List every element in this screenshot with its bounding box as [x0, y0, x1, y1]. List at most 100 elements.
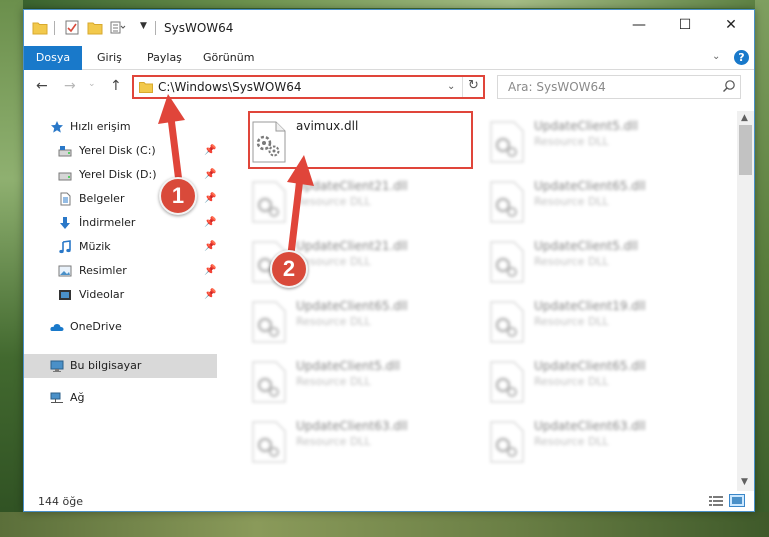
file-name: UpdateClient21.dll	[296, 179, 408, 193]
window-title: SysWOW64	[164, 21, 234, 35]
pin-icon[interactable]: 📌	[204, 145, 216, 156]
item-count: 144 öğe	[38, 495, 83, 508]
close-button[interactable]: ✕	[708, 10, 754, 40]
sidebar-item-music[interactable]: Müzik 📌	[24, 235, 217, 259]
desktop-background-right	[755, 0, 769, 537]
file-name: UpdateClient19.dll	[534, 299, 646, 313]
sidebar-item-pictures[interactable]: Resimler 📌	[24, 259, 217, 283]
documents-icon	[60, 192, 71, 206]
pin-icon[interactable]: 📌	[204, 265, 216, 276]
this-pc-icon	[50, 360, 64, 372]
sidebar-item-label: Müzik	[79, 240, 111, 253]
tab-share[interactable]: Paylaş	[135, 46, 194, 70]
scrollbar-thumb[interactable]	[739, 125, 752, 175]
scroll-down-icon[interactable]: ▼	[741, 477, 748, 487]
vertical-scrollbar[interactable]: ▲ ▼	[737, 111, 754, 491]
videos-icon	[59, 290, 71, 300]
sidebar-item-onedrive[interactable]: OneDrive	[24, 315, 217, 339]
file-name: UpdateClient63.dll	[296, 419, 408, 433]
pin-icon[interactable]: 📌	[204, 289, 216, 300]
desktop-background-left	[0, 0, 23, 537]
maximize-button[interactable]: ☐	[662, 10, 708, 40]
address-bar[interactable]: C:\Windows\SysWOW64 ⌄ ↻	[132, 75, 485, 99]
dll-file-icon	[490, 421, 524, 463]
sidebar-item-label: Yerel Disk (C:)	[79, 144, 156, 157]
quick-access-dropdown-icon[interactable]: ▼	[140, 21, 147, 31]
file-name: UpdateClient65.dll	[534, 179, 646, 193]
file-item[interactable]: UpdateClient65.dll Resource DLL	[246, 295, 476, 351]
pin-icon[interactable]: 📌	[204, 241, 216, 252]
customize-icon[interactable]	[110, 20, 126, 35]
file-item[interactable]: UpdateClient5.dll Resource DLL	[484, 235, 714, 291]
dll-file-icon	[490, 361, 524, 403]
large-icons-view-icon[interactable]	[729, 494, 745, 507]
onedrive-icon	[50, 324, 64, 331]
network-icon	[50, 392, 63, 403]
file-name: UpdateClient5.dll	[534, 119, 638, 133]
file-type: Resource DLL	[296, 435, 371, 448]
up-arrow-icon[interactable]: ↑	[110, 78, 122, 94]
sidebar-item-videos[interactable]: Videolar 📌	[24, 283, 217, 307]
recent-locations-chevron-icon[interactable]: ⌄	[88, 79, 96, 89]
address-dropdown-chevron-icon[interactable]: ⌄	[447, 81, 455, 92]
file-item[interactable]: UpdateClient65.dll Resource DLL	[484, 175, 714, 231]
back-arrow-icon[interactable]: ←	[36, 78, 48, 94]
tab-home[interactable]: Giriş	[85, 46, 134, 70]
desktop-background	[0, 0, 769, 8]
dll-file-icon	[252, 421, 286, 463]
file-item[interactable]: UpdateClient21.dll Resource DLL	[246, 175, 476, 231]
title-bar[interactable]: ▼ SysWOW64 — ☐ ✕	[24, 10, 754, 46]
file-type: Resource DLL	[534, 375, 609, 388]
new-folder-icon[interactable]	[87, 20, 103, 35]
dll-file-icon	[252, 301, 286, 343]
file-item[interactable]: UpdateClient5.dll Resource DLL	[484, 115, 714, 171]
file-item[interactable]: UpdateClient5.dll Resource DLL	[246, 355, 476, 411]
sidebar-item-label: Hızlı erişim	[70, 120, 131, 133]
status-bar: 144 öğe	[24, 491, 754, 511]
sidebar-item-label: Yerel Disk (D:)	[79, 168, 157, 181]
search-placeholder: Ara: SysWOW64	[508, 80, 606, 94]
file-item[interactable]: UpdateClient19.dll Resource DLL	[484, 295, 714, 351]
file-name: UpdateClient65.dll	[296, 299, 408, 313]
file-item[interactable]: UpdateClient65.dll Resource DLL	[484, 355, 714, 411]
sidebar-item-downloads[interactable]: İndirmeler 📌	[24, 211, 217, 235]
file-type: Resource DLL	[296, 375, 371, 388]
sidebar-item-quick-access[interactable]: Hızlı erişim	[24, 115, 217, 139]
pin-icon[interactable]: 📌	[204, 217, 216, 228]
navigation-bar: ← → ⌄ ↑ C:\Windows\SysWOW64 ⌄ ↻ Ara: Sys…	[24, 71, 754, 103]
tab-file[interactable]: Dosya	[24, 46, 82, 70]
file-name: UpdateClient63.dll	[534, 419, 646, 433]
details-view-icon[interactable]	[708, 494, 724, 507]
tab-view[interactable]: Görünüm	[191, 46, 266, 70]
sidebar-item-this-pc[interactable]: Bu bilgisayar	[24, 354, 217, 378]
title-separator	[155, 21, 156, 35]
scroll-up-icon[interactable]: ▲	[741, 113, 748, 123]
properties-check-icon[interactable]	[64, 20, 80, 35]
file-type: Resource DLL	[534, 255, 609, 268]
desktop-background-bottom	[0, 512, 769, 537]
file-type: Resource DLL	[534, 315, 609, 328]
pin-icon[interactable]: 📌	[204, 169, 216, 180]
pin-icon[interactable]: 📌	[204, 193, 216, 204]
file-highlight-box	[248, 111, 473, 169]
sidebar-item-label: OneDrive	[70, 320, 122, 333]
search-icon[interactable]	[722, 79, 736, 93]
sidebar-item-network[interactable]: Ağ	[24, 386, 217, 410]
file-item[interactable]: UpdateClient63.dll Resource DLL	[246, 415, 476, 471]
file-item[interactable]: UpdateClient63.dll Resource DLL	[484, 415, 714, 471]
file-type: Resource DLL	[296, 195, 371, 208]
address-path[interactable]: C:\Windows\SysWOW64	[158, 80, 302, 94]
downloads-icon	[60, 217, 70, 229]
pictures-icon	[58, 265, 72, 277]
music-icon	[59, 240, 71, 254]
refresh-icon[interactable]: ↻	[468, 78, 479, 93]
sidebar-item-label: Bu bilgisayar	[70, 359, 142, 372]
forward-arrow-icon[interactable]: →	[64, 78, 76, 94]
expand-ribbon-chevron-icon[interactable]: ⌄	[712, 51, 720, 62]
search-input[interactable]: Ara: SysWOW64	[497, 75, 741, 99]
sidebar-item-drive-c[interactable]: Yerel Disk (C:) 📌	[24, 139, 217, 163]
minimize-button[interactable]: —	[616, 10, 662, 40]
file-name: UpdateClient5.dll	[534, 239, 638, 253]
help-icon[interactable]: ?	[734, 50, 749, 65]
dll-file-icon	[490, 241, 524, 283]
